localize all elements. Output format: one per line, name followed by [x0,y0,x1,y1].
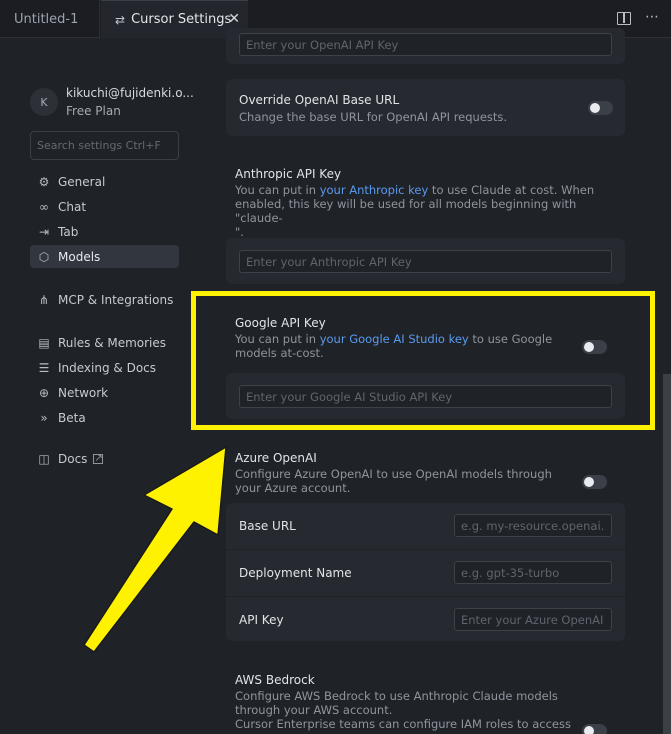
annotation-arrow-icon [83,446,227,653]
